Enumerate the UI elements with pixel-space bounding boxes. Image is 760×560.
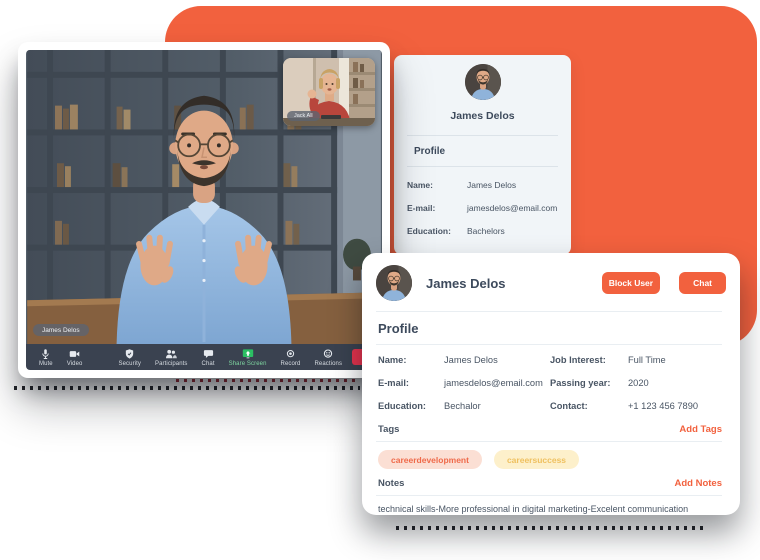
record-icon	[285, 348, 296, 360]
call-toolbar: Mute Video Security	[26, 344, 382, 370]
avatar	[376, 265, 412, 301]
fields-left-column: Name: James Delos E-mail: jamesdelos@ema…	[378, 355, 550, 424]
mute-button[interactable]: Mute	[32, 344, 60, 370]
avatar	[465, 64, 501, 100]
divider	[376, 311, 722, 312]
divider	[407, 166, 558, 167]
field-row: Name: James Delos	[378, 355, 550, 365]
video-call-window: James Delos	[18, 42, 390, 378]
toolbar-item-label: Share Screen	[229, 361, 267, 367]
record-button[interactable]: Record	[274, 344, 308, 370]
toolbar-item-label: Participants	[155, 361, 188, 367]
field-row: E-mail: jamesdelos@email.com	[378, 378, 550, 388]
tag-list: careerdevelopment careersuccess	[362, 442, 740, 478]
field-row: E-mail: jamesdelos@email.com	[407, 203, 559, 213]
block-user-button[interactable]: Block User	[602, 272, 660, 294]
participants-icon	[165, 348, 177, 360]
toolbar-item-label: Record	[281, 361, 301, 367]
notes-text: technical skills-More professional in di…	[362, 496, 740, 514]
main-video-feed: James Delos	[26, 50, 382, 344]
toolbar-item-label: Chat	[202, 361, 215, 367]
notes-title: Notes	[378, 478, 404, 489]
toolbar-item-label: Video	[67, 361, 83, 367]
field-label: E-mail:	[378, 378, 444, 388]
field-row: Contact: +1 123 456 7890	[550, 401, 722, 411]
divider	[407, 135, 558, 136]
tags-title: Tags	[378, 424, 399, 435]
field-label: Name:	[378, 355, 444, 365]
profile-side-panel: James Delos Profile Name: James Delos E-…	[394, 55, 571, 255]
panel-fields: Name: James Delos E-mail: jamesdelos@ema…	[394, 180, 571, 236]
tag-chip[interactable]: careerdevelopment	[378, 450, 482, 469]
toolbar-item-label: Reactions	[314, 361, 342, 367]
shield-icon	[124, 348, 135, 360]
field-value: jamesdelos@email.com	[467, 203, 557, 213]
panel-section-title: Profile	[414, 146, 571, 157]
dotted-decoration	[176, 379, 358, 382]
field-value: Bechalor	[444, 401, 481, 411]
field-value: +1 123 456 7890	[628, 401, 698, 411]
card-section-title: Profile	[378, 321, 740, 336]
toolbar-item-label: Security	[119, 361, 141, 367]
field-label: Contact:	[550, 401, 628, 411]
field-value: Bachelors	[467, 226, 505, 236]
panel-user-name: James Delos	[394, 110, 571, 122]
thumbnail-name-badge: Jack All	[287, 111, 320, 121]
field-label: Name:	[407, 180, 467, 190]
share-screen-icon	[242, 348, 254, 360]
card-user-name: James Delos	[426, 276, 506, 291]
chat-button[interactable]: Chat	[195, 344, 222, 370]
dotted-decoration	[14, 386, 360, 390]
field-label: Education:	[378, 401, 444, 411]
participant-name-badge: James Delos	[33, 324, 89, 336]
add-tags-link[interactable]: Add Tags	[679, 424, 722, 435]
card-actions: Block User Chat	[602, 272, 726, 294]
field-value: James Delos	[444, 355, 498, 365]
dotted-decoration	[396, 526, 708, 530]
profile-card: James Delos Block User Chat Profile Name…	[362, 253, 740, 515]
field-row: Education: Bechalor	[378, 401, 550, 411]
field-label: Job Interest:	[550, 355, 628, 365]
page: James Delos	[0, 0, 760, 560]
notes-header: Notes Add Notes	[362, 478, 740, 495]
field-label: Education:	[407, 226, 467, 236]
field-row: Passing year: 2020	[550, 378, 722, 388]
avatar-illustration	[465, 64, 501, 100]
microphone-icon	[40, 348, 51, 360]
toolbar-item-label: Mute	[39, 361, 53, 367]
tag-chip[interactable]: careersuccess	[494, 450, 579, 469]
fields-right-column: Job Interest: Full Time Passing year: 20…	[550, 355, 722, 424]
video-button[interactable]: Video	[60, 344, 90, 370]
field-value: Full Time	[628, 355, 666, 365]
field-value: 2020	[628, 378, 649, 388]
chat-bubble-icon	[203, 348, 214, 360]
tags-header: Tags Add Tags	[362, 424, 740, 441]
card-fields: Name: James Delos E-mail: jamesdelos@ema…	[362, 345, 740, 424]
reactions-icon	[322, 348, 334, 360]
camera-icon	[69, 348, 80, 360]
field-row: Job Interest: Full Time	[550, 355, 722, 365]
reactions-button[interactable]: Reactions	[307, 344, 349, 370]
avatar-illustration	[376, 265, 412, 301]
participants-button[interactable]: Participants	[148, 344, 195, 370]
field-value: James Delos	[467, 180, 516, 190]
field-row: Education: Bachelors	[407, 226, 559, 236]
field-row: Name: James Delos	[407, 180, 559, 190]
add-notes-link[interactable]: Add Notes	[675, 478, 723, 489]
field-value: jamesdelos@email.com	[444, 378, 543, 388]
profile-card-header: James Delos Block User Chat	[362, 253, 740, 311]
field-label: E-mail:	[407, 203, 467, 213]
thumbnail-video[interactable]: Jack All	[283, 58, 375, 126]
chat-button[interactable]: Chat	[679, 272, 726, 294]
field-label: Passing year:	[550, 378, 628, 388]
share-screen-button[interactable]: Share Screen	[222, 344, 274, 370]
security-button[interactable]: Security	[112, 344, 148, 370]
